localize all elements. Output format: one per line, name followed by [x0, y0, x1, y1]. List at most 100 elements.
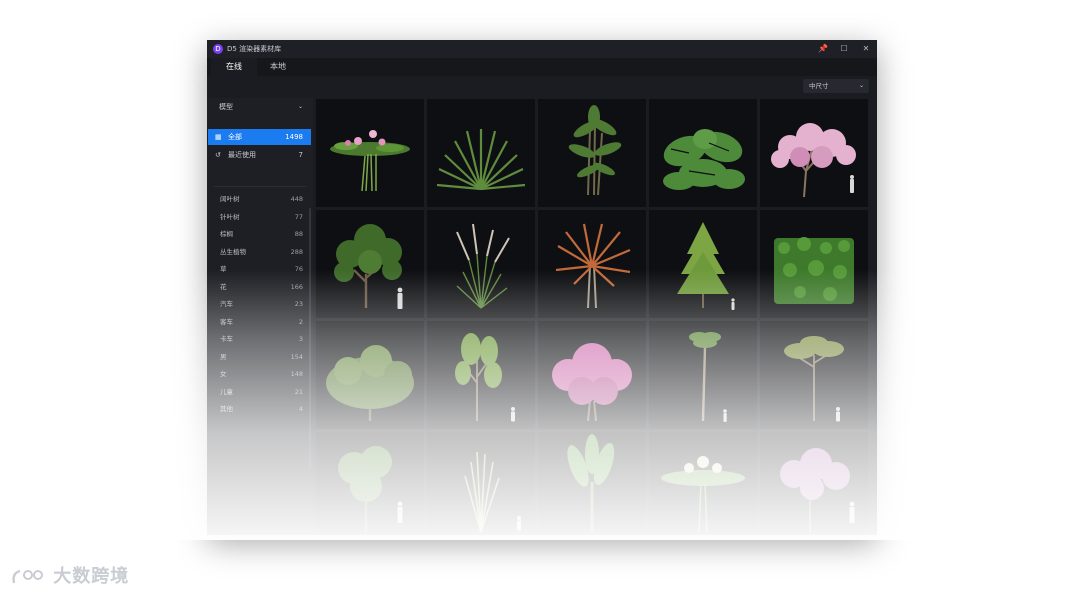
asset-thumbnail[interactable] — [760, 210, 868, 318]
flower-cluster-icon — [661, 456, 745, 533]
sidebar-item-label: 儿童 — [220, 387, 233, 396]
sidebar-item-label: 棕榈 — [220, 230, 233, 238]
deciduous-tree-icon — [334, 224, 403, 309]
asset-thumbnail[interactable] — [316, 99, 424, 207]
sidebar: 模型 ⌄ ▦ 全部 1498 ↺ 最近使用 7 阔叶树 448 针叶树 77 棕榈 8… — [207, 98, 313, 535]
asset-grid — [315, 98, 871, 535]
sidebar-item-buses[interactable]: 客车 2 — [208, 314, 311, 330]
asset-library-window: D D5 渲染器素材库 📌 ☐ ✕ 在线 本地 中尺寸 ⌄ 模型 ⌄ ▦ 全部 … — [207, 40, 877, 535]
sidebar-item-label: 女 — [220, 370, 227, 378]
watermark: 大数跨境 — [10, 562, 129, 588]
sidebar-item-count: 3 — [298, 335, 303, 343]
asset-thumbnail[interactable] — [649, 432, 757, 535]
sidebar-item-label: 男 — [220, 352, 227, 361]
asset-thumbnail[interactable] — [649, 321, 757, 429]
category-type-select[interactable]: 模型 ⌄ — [213, 100, 307, 114]
app-logo-icon: D — [213, 44, 223, 54]
sidebar-item-label: 其他 — [220, 405, 233, 413]
pin-icon[interactable]: 📌 — [817, 43, 829, 55]
scale-figure-icon — [849, 501, 855, 523]
asset-thumbnail[interactable] — [538, 210, 646, 318]
asset-thumbnail[interactable] — [760, 99, 868, 207]
cherry-blossom-tree-icon — [771, 123, 856, 198]
banana-plant-icon — [567, 434, 615, 532]
sidebar-item-label: 卡车 — [220, 335, 233, 343]
watermark-text: 大数跨境 — [53, 566, 130, 587]
asset-thumbnail[interactable] — [427, 210, 535, 318]
sidebar-item-count: 448 — [290, 195, 303, 203]
sidebar-item-count: 76 — [294, 265, 303, 273]
sidebar-item-broadleaf[interactable]: 阔叶树 448 — [208, 191, 311, 207]
sidebar-item-all[interactable]: ▦ 全部 1498 — [208, 129, 311, 145]
conifer-tree-icon — [677, 222, 735, 310]
asset-thumbnail[interactable] — [316, 321, 424, 429]
scale-figure-icon — [850, 175, 854, 193]
purple-tree-icon — [780, 448, 855, 532]
asset-thumbnail[interactable] — [427, 321, 535, 429]
size-select-value: 中尺寸 — [809, 82, 829, 90]
sidebar-item-children[interactable]: 儿童 21 — [208, 384, 311, 400]
sidebar-item-count: 2 — [298, 317, 303, 326]
sidebar-item-count: 21 — [294, 387, 303, 396]
asset-thumbnail[interactable] — [427, 432, 535, 535]
cordyline-icon — [555, 223, 631, 309]
asset-thumbnail[interactable] — [760, 321, 868, 429]
thumbnail-size-select[interactable]: 中尺寸 ⌄ — [803, 79, 869, 93]
sidebar-item-trucks[interactable]: 卡车 3 — [208, 331, 311, 347]
close-button[interactable]: ✕ — [860, 43, 872, 55]
sidebar-item-shrubs[interactable]: 丛生植物 288 — [208, 244, 311, 260]
sidebar-item-count: 77 — [294, 212, 303, 221]
scale-figure-icon — [836, 407, 840, 422]
scale-figure-icon — [397, 287, 403, 309]
sidebar-item-recent[interactable]: ↺ 最近使用 7 — [208, 147, 311, 163]
asset-thumbnail[interactable] — [538, 321, 646, 429]
asset-thumbnail[interactable] — [316, 432, 424, 535]
window-title: D5 渲染器素材库 — [227, 45, 282, 53]
tab-online[interactable]: 在线 — [211, 58, 257, 76]
asset-thumbnail[interactable] — [760, 432, 868, 535]
hedge-block-icon — [774, 237, 854, 304]
sidebar-item-cars[interactable]: 汽车 23 — [208, 296, 311, 312]
sidebar-item-conifer[interactable]: 针叶树 77 — [208, 209, 311, 225]
leafy-tree-icon — [338, 446, 403, 532]
sidebar-item-palm[interactable]: 棕榈 88 — [208, 226, 311, 242]
asset-thumbnail[interactable] — [427, 99, 535, 207]
asset-thumbnail[interactable] — [649, 210, 757, 318]
sidebar-item-flowers[interactable]: 花 166 — [208, 279, 311, 295]
sidebar-item-grass[interactable]: 草 76 — [208, 261, 311, 277]
sidebar-item-women[interactable]: 女 148 — [208, 366, 311, 382]
category-type-value: 模型 — [219, 103, 233, 111]
asset-thumbnail[interactable] — [538, 99, 646, 207]
asset-thumbnail[interactable] — [316, 210, 424, 318]
sidebar-item-label: 最近使用 — [228, 151, 256, 159]
monstera-icon — [663, 129, 745, 190]
tab-local[interactable]: 本地 — [257, 58, 299, 76]
asset-thumbnail[interactable] — [538, 432, 646, 535]
sidebar-item-label: 草 — [220, 265, 227, 273]
pink-flowering-shrub-icon — [552, 343, 632, 422]
chevron-down-icon: ⌄ — [297, 103, 303, 110]
sidebar-item-count: 23 — [294, 300, 303, 308]
sidebar-item-other[interactable]: 其他 4 — [208, 401, 311, 417]
sidebar-item-count: 154 — [290, 352, 303, 361]
tab-bar: 在线 本地 — [207, 58, 877, 76]
sidebar-item-label: 阔叶树 — [220, 195, 240, 203]
toolbar: 中尺寸 ⌄ — [207, 76, 877, 98]
sidebar-item-label: 针叶树 — [220, 212, 240, 221]
umbrella-tree-icon — [784, 336, 844, 422]
asset-thumbnail[interactable] — [649, 99, 757, 207]
ornamental-grass-icon — [464, 451, 521, 533]
sidebar-item-men[interactable]: 男 154 — [208, 349, 311, 365]
sidebar-item-count: 148 — [290, 370, 303, 378]
sidebar-scrollbar[interactable] — [309, 208, 311, 468]
sidebar-item-count: 166 — [290, 282, 303, 291]
tall-palm-icon — [689, 332, 727, 422]
sidebar-item-label: 客车 — [220, 317, 233, 326]
scale-figure-icon — [397, 501, 403, 523]
maximize-button[interactable]: ☐ — [838, 43, 850, 55]
scale-figure-icon — [723, 409, 727, 422]
sidebar-item-count: 288 — [290, 247, 303, 256]
sidebar-item-label: 汽车 — [220, 300, 233, 308]
scale-figure-icon — [517, 516, 521, 531]
sidebar-item-label: 全部 — [228, 133, 242, 141]
